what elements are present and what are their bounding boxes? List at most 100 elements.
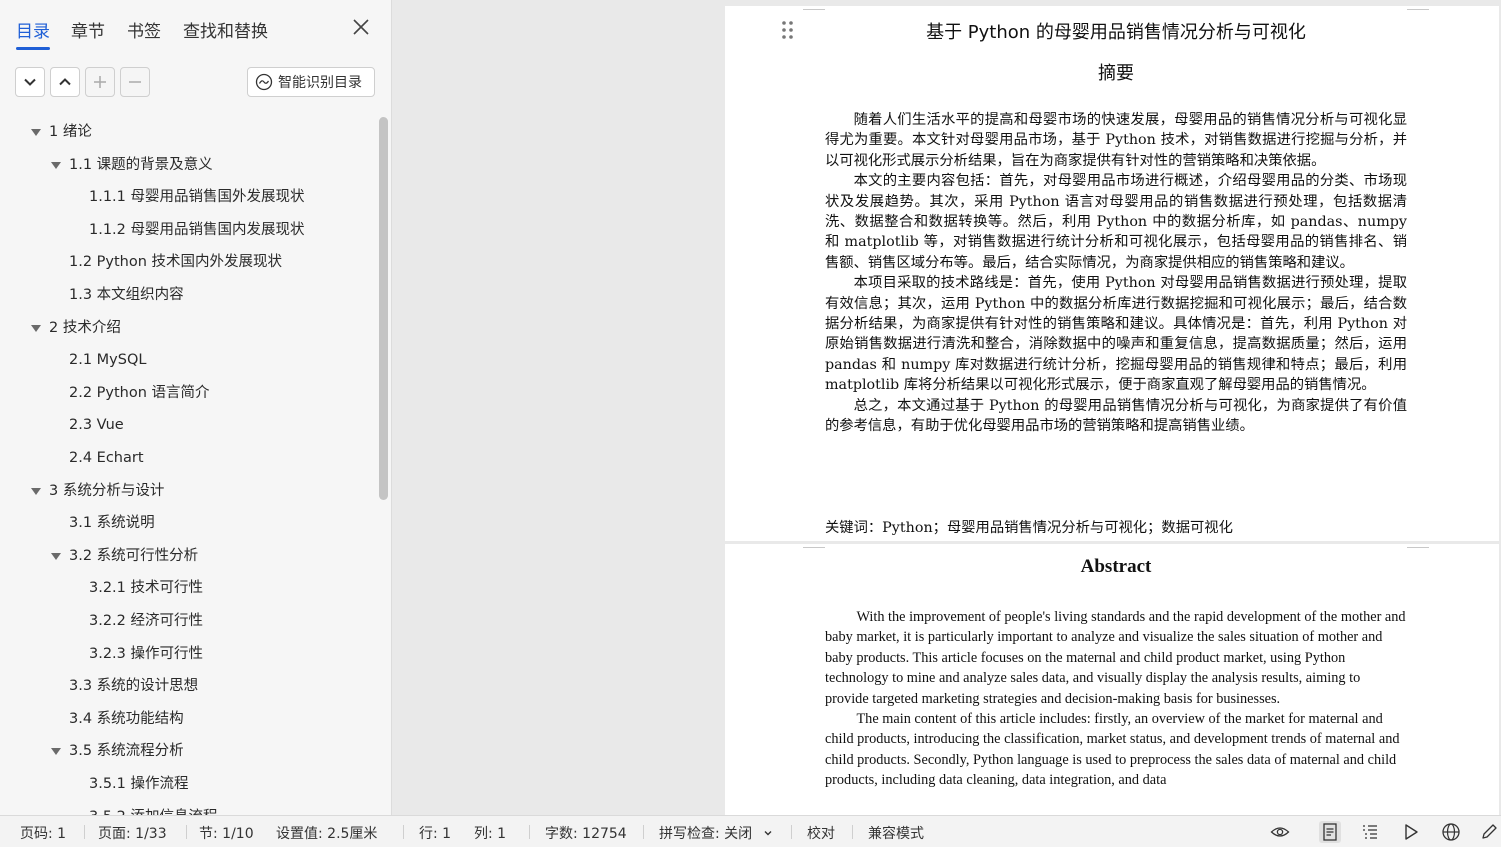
plus-icon xyxy=(94,76,106,88)
toc-item-label: 3.1 系统说明 xyxy=(69,515,155,532)
toc-item[interactable]: 2 技术介绍 xyxy=(0,315,378,341)
smart-recognize-icon xyxy=(255,73,273,91)
play-icon[interactable] xyxy=(1400,821,1422,843)
status-row[interactable]: 行: 1 xyxy=(419,823,451,843)
divider xyxy=(643,825,644,839)
navigation-pane: 目录 章节 书签 查找和替换 智能识别目录 1 绪论 1.1 课题的背景及意义 … xyxy=(0,0,392,815)
divider xyxy=(84,825,85,839)
caret-down-icon[interactable] xyxy=(51,161,61,169)
tab-chapters[interactable]: 章节 xyxy=(71,17,105,42)
status-setting[interactable]: 设置值: 2.5厘米 xyxy=(276,823,377,843)
compat-mode-label: 兼容模式 xyxy=(868,826,924,842)
toc-item[interactable]: 1 绪论 xyxy=(0,119,378,145)
tab-toc[interactable]: 目录 xyxy=(16,17,50,50)
keywords-line[interactable]: 关键词：Python；母婴用品销售情况分析与可视化；数据可视化 xyxy=(825,516,1407,537)
margin-mark xyxy=(803,9,825,10)
document-canvas[interactable]: 基于 Python 的母婴用品销售情况分析与可视化 摘要 随着人们生活水平的提高… xyxy=(393,0,1501,815)
proofread-button[interactable]: 校对 xyxy=(807,823,835,843)
status-word-count[interactable]: 字数: 12754 xyxy=(545,823,627,843)
smart-toc-button[interactable]: 智能识别目录 xyxy=(247,67,375,97)
web-view-icon[interactable] xyxy=(1440,821,1462,843)
toc-item-label: 2.3 Vue xyxy=(69,417,124,434)
add-heading-button[interactable] xyxy=(85,67,115,97)
nav-tabs: 目录 章节 书签 查找和替换 xyxy=(0,0,392,56)
collapse-down-button[interactable] xyxy=(15,67,45,97)
page-1[interactable]: 基于 Python 的母婴用品销售情况分析与可视化 摘要 随着人们生活水平的提高… xyxy=(725,6,1499,541)
page-2[interactable]: Abstract With the improvement of people'… xyxy=(725,544,1499,815)
toc-item-label: 1.1 课题的背景及意义 xyxy=(69,156,213,173)
collapse-up-button[interactable] xyxy=(50,67,80,97)
toc-item[interactable]: 3 系统分析与设计 xyxy=(0,478,378,504)
toc-item[interactable]: 3.5 系统流程分析 xyxy=(0,738,378,764)
remove-heading-button[interactable] xyxy=(120,67,150,97)
status-spell-check[interactable]: 拼写检查: 关闭 xyxy=(659,823,773,843)
toc-item[interactable]: 3.4 系统功能结构 xyxy=(0,706,378,732)
toc-item[interactable]: 3.2.2 经济可行性 xyxy=(0,608,378,634)
toc-item[interactable]: 1.2 Python 技术国内外发展现状 xyxy=(0,249,378,275)
toc-item[interactable]: 2.2 Python 语言简介 xyxy=(0,380,378,406)
toc-item[interactable]: 1.1 课题的背景及意义 xyxy=(0,152,378,178)
toc-item-label: 3.2.1 技术可行性 xyxy=(89,580,204,597)
toc-item[interactable]: 3.5.2 添加信息流程 xyxy=(0,804,378,815)
caret-down-icon[interactable] xyxy=(31,324,41,332)
smart-toc-label: 智能识别目录 xyxy=(278,75,362,91)
outline-view-icon[interactable] xyxy=(1359,821,1381,843)
caret-down-icon[interactable] xyxy=(31,487,41,495)
eye-icon[interactable] xyxy=(1269,821,1291,843)
drag-handle-icon[interactable] xyxy=(781,20,795,40)
document-title[interactable]: 基于 Python 的母婴用品销售情况分析与可视化 xyxy=(825,18,1407,44)
abstract-en-paragraph[interactable]: The main content of this article include… xyxy=(825,709,1407,791)
status-page[interactable]: 页面: 1/33 xyxy=(98,823,167,843)
abstract-paragraph[interactable]: 总之，本文通过基于 Python 的母婴用品销售情况分析与可视化，为商家提供了有… xyxy=(825,396,1407,437)
abstract-en-heading[interactable]: Abstract xyxy=(825,556,1407,578)
toc-item[interactable]: 1.3 本文组织内容 xyxy=(0,282,378,308)
status-bar: 页码: 1 页面: 1/33 节: 1/10 设置值: 2.5厘米 行: 1 列… xyxy=(0,815,1501,847)
spell-check-label: 拼写检查: 关闭 xyxy=(659,826,753,842)
toc-item-label: 3.2.3 操作可行性 xyxy=(89,645,204,662)
page-view-icon[interactable] xyxy=(1319,821,1341,843)
toc-item[interactable]: 3.2 系统可行性分析 xyxy=(0,543,378,569)
toc-item[interactable]: 3.2.3 操作可行性 xyxy=(0,641,378,667)
toc-item[interactable]: 1.1.1 母婴用品销售国外发展现状 xyxy=(0,184,378,210)
word-processor-window: 目录 章节 书签 查找和替换 智能识别目录 1 绪论 1.1 课题的背景及意义 … xyxy=(0,0,1501,847)
abstract-paragraph[interactable]: 本项目采取的技术路线是：首先，使用 Python 对母婴用品销售数据进行预处理，… xyxy=(825,273,1407,395)
divider xyxy=(791,825,792,839)
status-col[interactable]: 列: 1 xyxy=(474,823,506,843)
toc-item[interactable]: 3.1 系统说明 xyxy=(0,510,378,536)
toc-item[interactable]: 2.1 MySQL xyxy=(0,347,378,373)
tab-find-replace[interactable]: 查找和替换 xyxy=(183,17,268,42)
close-icon[interactable] xyxy=(350,16,372,38)
toc-item-label: 3.2.2 经济可行性 xyxy=(89,613,204,629)
abstract-body[interactable]: 随着人们生活水平的提高和母婴市场的快速发展，母婴用品的销售情况分析与可视化显得尤… xyxy=(825,110,1407,437)
toc-item-label: 3.5.2 添加信息流程 xyxy=(89,804,218,815)
abstract-paragraph[interactable]: 随着人们生活水平的提高和母婴市场的快速发展，母婴用品的销售情况分析与可视化显得尤… xyxy=(825,110,1407,171)
caret-down-icon[interactable] xyxy=(51,552,61,560)
toc-item[interactable]: 1.1.2 母婴用品销售国内发展现状 xyxy=(0,217,378,243)
abstract-en-paragraph[interactable]: With the improvement of people's living … xyxy=(825,607,1407,709)
status-section[interactable]: 节: 1/10 xyxy=(199,823,254,843)
abstract-heading[interactable]: 摘要 xyxy=(825,59,1407,85)
toc-item[interactable]: 3.2.1 技术可行性 xyxy=(0,575,378,601)
toc-item-label: 2 技术介绍 xyxy=(49,319,121,336)
tab-bookmarks[interactable]: 书签 xyxy=(127,17,161,42)
toc-item[interactable]: 3.3 系统的设计思想 xyxy=(0,673,378,699)
toc-item-label: 3.5 系统流程分析 xyxy=(69,743,184,760)
toc-item-label: 2.1 MySQL xyxy=(69,352,147,369)
status-page-number[interactable]: 页码: 1 xyxy=(20,823,66,843)
divider xyxy=(403,825,404,839)
pen-icon[interactable] xyxy=(1478,821,1500,843)
toc-item-label: 2.2 Python 语言简介 xyxy=(69,384,210,401)
abstract-paragraph[interactable]: 本文的主要内容包括：首先，对母婴用品市场进行概述，介绍母婴用品的分类、市场现状及… xyxy=(825,171,1407,273)
toc-item[interactable]: 2.3 Vue xyxy=(0,412,378,438)
toc-item[interactable]: 2.4 Echart xyxy=(0,445,378,471)
chevron-down-icon xyxy=(24,78,36,86)
margin-mark xyxy=(1407,9,1429,10)
toc-scrollbar[interactable] xyxy=(379,117,388,500)
toc-item-label: 3.5.1 操作流程 xyxy=(89,776,189,792)
toc-item-label: 1.3 本文组织内容 xyxy=(69,287,184,303)
caret-down-icon[interactable] xyxy=(51,748,61,756)
toc-item[interactable]: 3.5.1 操作流程 xyxy=(0,771,378,797)
chevron-down-icon xyxy=(764,831,772,836)
caret-down-icon[interactable] xyxy=(31,129,41,136)
abstract-en-body[interactable]: With the improvement of people's living … xyxy=(825,607,1407,791)
